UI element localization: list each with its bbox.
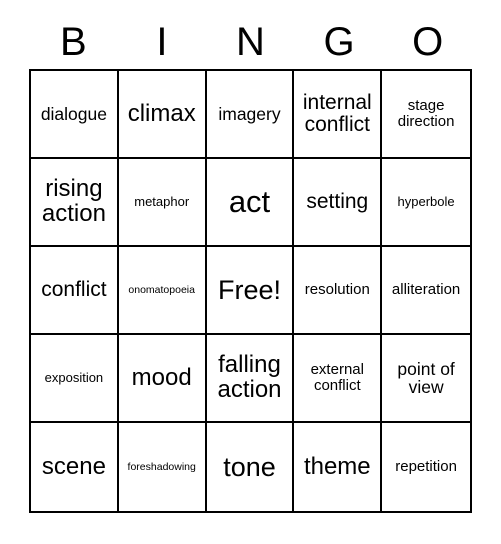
bingo-cell-label: resolution	[304, 281, 370, 299]
bingo-cell[interactable]: point of view	[382, 335, 470, 423]
bingo-cell[interactable]: mood	[118, 335, 207, 423]
bingo-cell-label: tone	[223, 451, 276, 482]
bingo-cell[interactable]: metaphor	[118, 159, 207, 247]
bingo-cell-label: external conflict	[310, 361, 364, 394]
bingo-cell[interactable]: theme	[294, 423, 383, 511]
bingo-cell-label: Free!	[217, 274, 281, 305]
bingo-cell[interactable]: external conflict	[294, 335, 383, 423]
bingo-grid: dialogue climax imagery internal conflict…	[29, 69, 472, 513]
header-letter-i: I	[156, 20, 168, 64]
bingo-cell-label: point of view	[397, 358, 455, 397]
bingo-cell-label: foreshadowing	[127, 460, 196, 473]
bingo-header-letters: B I N G O	[29, 16, 472, 68]
header-letter-g: G	[323, 20, 355, 64]
bingo-cell[interactable]: exposition	[31, 335, 119, 423]
bingo-cell-free[interactable]: Free!	[206, 247, 295, 335]
bingo-cell-label: scene	[41, 452, 106, 480]
bingo-cell[interactable]: setting	[294, 159, 383, 247]
bingo-cell[interactable]: alliteration	[382, 247, 470, 335]
bingo-cell-label: rising action	[41, 175, 106, 227]
bingo-cell[interactable]: climax	[118, 71, 207, 159]
bingo-cell[interactable]: dialogue	[31, 71, 119, 159]
bingo-cell-label: alliteration	[391, 281, 461, 299]
bingo-cell-label: dialogue	[40, 103, 107, 124]
bingo-card: B I N G O dialogue climax imagery intern…	[0, 0, 501, 544]
bingo-cell[interactable]: falling action	[206, 335, 295, 423]
bingo-cell-label: exposition	[44, 370, 104, 386]
bingo-cell[interactable]: tone	[207, 423, 295, 511]
bingo-cell[interactable]: stage direction	[382, 71, 470, 159]
bingo-cell[interactable]: act	[206, 159, 295, 247]
bingo-cell-label: imagery	[218, 103, 281, 124]
bingo-cell-label: stage direction	[397, 97, 455, 130]
bingo-cell[interactable]: hyperbole	[382, 159, 470, 247]
bingo-cell[interactable]: conflict	[31, 247, 119, 335]
bingo-cell-label: act	[228, 183, 271, 219]
bingo-cell-label: hyperbole	[397, 194, 455, 210]
bingo-cell[interactable]: internal conflict	[294, 71, 383, 159]
bingo-cell-label: climax	[127, 99, 196, 127]
bingo-cell-label: setting	[306, 190, 369, 214]
bingo-cell-label: conflict	[41, 278, 107, 302]
bingo-cell-label: falling action	[217, 351, 282, 403]
bingo-cell-label: mood	[131, 363, 192, 391]
bingo-cell-label: repetition	[395, 458, 457, 476]
bingo-cell[interactable]: foreshadowing	[119, 423, 207, 511]
bingo-cell-label: onomatopoeia	[128, 283, 195, 296]
bingo-cell-label: internal conflict	[302, 91, 372, 136]
header-letter-b: B	[59, 20, 87, 64]
bingo-cell[interactable]: scene	[31, 423, 119, 511]
header-letter-n: N	[236, 20, 265, 64]
bingo-cell[interactable]: resolution	[294, 247, 383, 335]
bingo-cell[interactable]: onomatopoeia	[118, 247, 207, 335]
bingo-cell-label: theme	[303, 452, 371, 480]
bingo-cell[interactable]: imagery	[206, 71, 295, 159]
bingo-cell[interactable]: rising action	[31, 159, 119, 247]
bingo-cell-label: metaphor	[134, 194, 190, 210]
bingo-cell[interactable]: repetition	[382, 423, 470, 511]
header-letter-o: O	[412, 20, 444, 64]
